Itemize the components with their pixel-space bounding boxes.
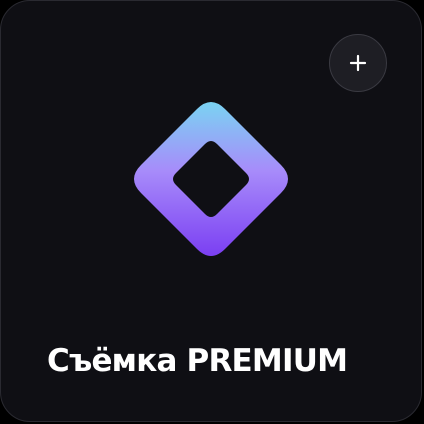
plus-icon — [349, 54, 367, 72]
card-title: Съёмка PREMIUM — [47, 343, 348, 379]
add-button[interactable] — [329, 34, 387, 92]
rounded-diamond-frame-icon — [134, 102, 288, 256]
premium-shoot-card[interactable]: Съёмка PREMIUM — [0, 0, 422, 422]
